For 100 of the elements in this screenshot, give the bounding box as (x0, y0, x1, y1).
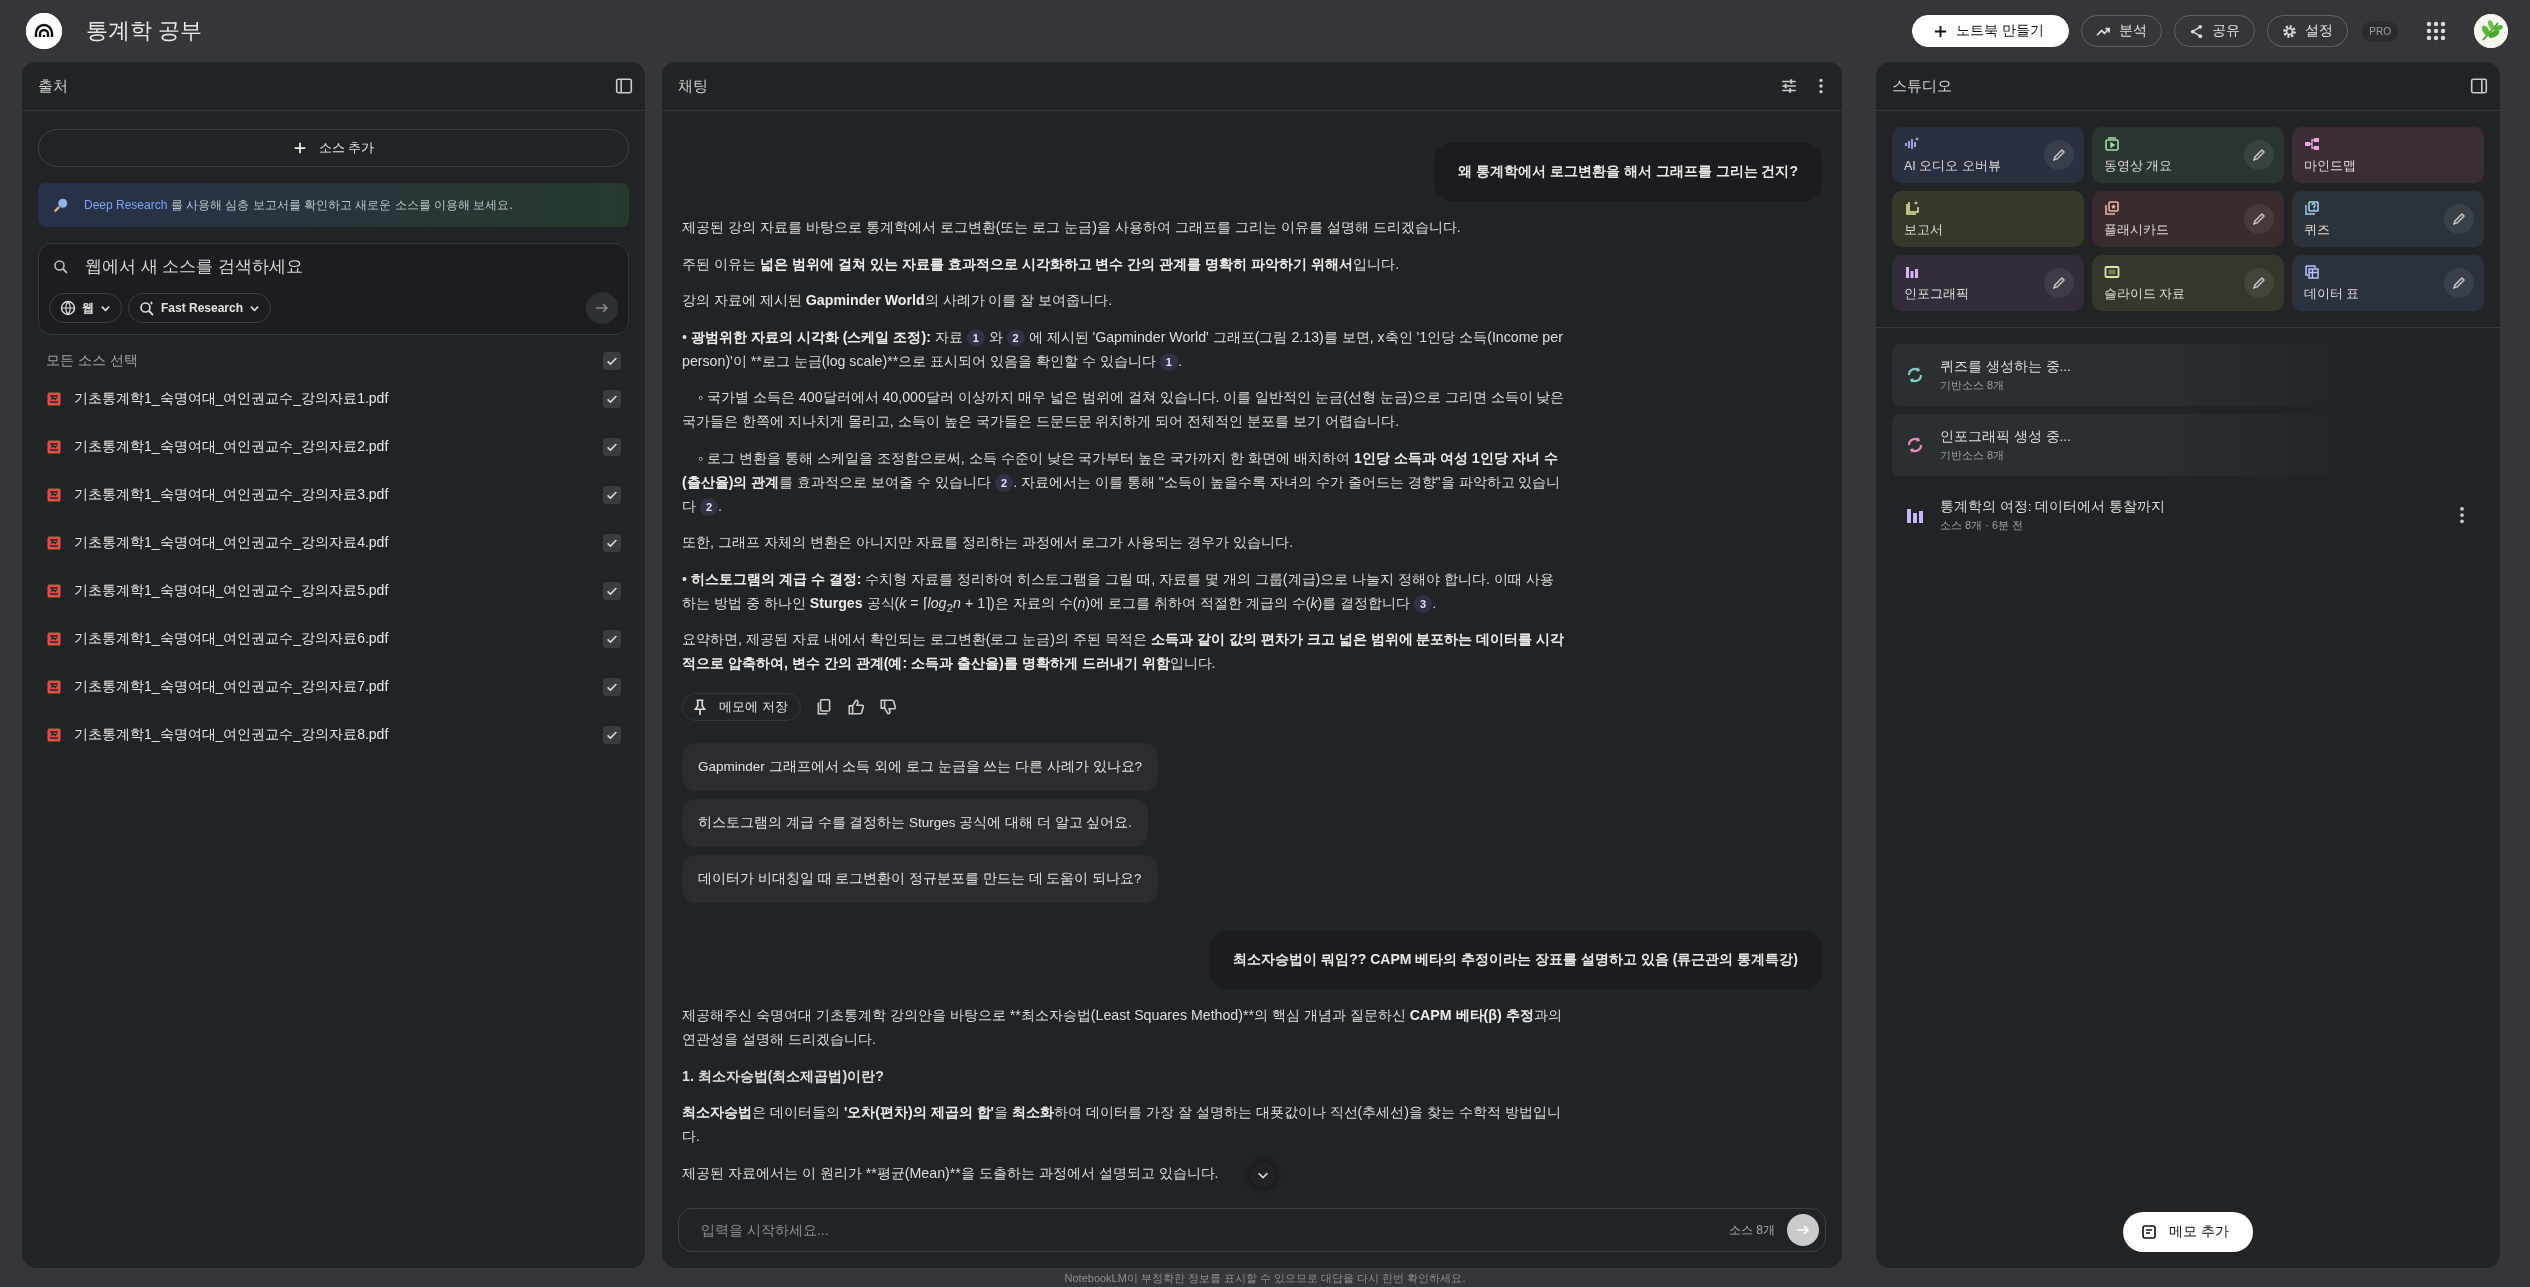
output-title[interactable]: 퀴즈를 생성하는 중... (1940, 357, 2472, 376)
checkbox[interactable] (603, 678, 621, 696)
send-button[interactable] (1787, 1214, 1819, 1246)
edit-button[interactable] (2244, 268, 2274, 298)
web-search-field[interactable]: 웹에서 새 소스를 검색하세요 (83, 256, 614, 278)
apps-grid-icon[interactable] (2426, 21, 2446, 41)
tune-icon[interactable] (1780, 77, 1798, 95)
plus-icon (1933, 23, 1949, 39)
share-icon (2189, 23, 2205, 39)
scroll-down-button[interactable] (1250, 1162, 1276, 1188)
message-text: 1. 최소자승법(최소제곱법)이란? (682, 1066, 884, 1086)
mind-map-icon (2304, 135, 2320, 152)
citation-badge[interactable]: 2 (699, 497, 718, 516)
checkbox[interactable] (603, 390, 621, 408)
source-name[interactable]: 기초통계학1_숙명여대_여인권교수_강의자료1.pdf (74, 390, 603, 408)
notebook-title[interactable]: 통계학 공부 (86, 16, 203, 46)
checkbox[interactable] (603, 582, 621, 600)
magnifier-icon (52, 196, 70, 214)
gear-icon (2282, 23, 2298, 39)
edit-button[interactable] (2444, 204, 2474, 234)
pdf-icon (46, 631, 62, 647)
message-field[interactable]: 입력을 시작하세요... (699, 1221, 1717, 1239)
studio-tool[interactable]: 마인드맵 (2292, 127, 2484, 183)
source-name[interactable]: 기초통계학1_숙명여대_여인권교수_강의자료6.pdf (74, 630, 603, 648)
citation-badge[interactable]: 2 (995, 473, 1014, 492)
checkbox[interactable] (603, 352, 621, 370)
message-text: 또한, 그래프 자체의 변환은 아니지만 자료를 정리하는 과정에서 로그가 사용되는 경우가 있습니다. (682, 533, 1294, 552)
add-note-button[interactable]: 메모 추가 (2123, 1212, 2253, 1252)
globe-icon (60, 300, 76, 316)
app-logo[interactable] (26, 13, 62, 49)
citation-badge[interactable]: 2 (1006, 328, 1025, 347)
tool-label: 퀴즈 (2304, 221, 2331, 239)
panel-toggle-icon[interactable] (615, 77, 633, 95)
output-meta: 소스 8개 · 6분 전 (1940, 517, 2025, 533)
edit-button[interactable] (2044, 140, 2074, 170)
tool-label: 보고서 (1904, 221, 1944, 239)
message-text: 주된 이유는 넓은 범위에 걸쳐 있는 자료를 효과적으로 시각화하고 변수 간의 관계를 명확히 파악하기 위해서입니다. (682, 254, 1400, 274)
checkbox[interactable] (603, 726, 621, 744)
studio-tool[interactable]: AI 오디오 오버뷰 (1892, 127, 2084, 183)
output-title[interactable]: 통계학의 여정: 데이터에서 통찰까지 (1940, 497, 2438, 516)
tool-label: 인포그래픽 (1904, 285, 1970, 303)
checkbox[interactable] (603, 630, 621, 648)
source-name[interactable]: 기초통계학1_숙명여대_여인권교수_강의자료5.pdf (74, 582, 603, 600)
cards-icon (2104, 199, 2120, 216)
submit-search-button[interactable] (586, 292, 618, 324)
studio-tool[interactable]: 퀴즈 (2292, 191, 2484, 247)
message-text: ◦ 로그 변환을 통해 스케일을 조정함으로써, 소득 수준이 낮은 국가부터 높은 국가까지 한 화면에 배치하여 1인당 소득과 여성 1인당 자녀 수(출산율)의 관계를 효과적으로 보여줄 수 있습니다 2 . 자료에서는 이를 통해 "소득이 높을수록 자녀의 수가 줄어드는 경향"을 파악하고 있습니다 2 . (682, 448, 1562, 518)
panel-toggle-icon[interactable] (2470, 77, 2488, 95)
avatar-icon[interactable] (2474, 14, 2508, 48)
quiz-icon (2304, 199, 2320, 216)
edit-button[interactable] (2044, 268, 2074, 298)
sparkle-wave-icon (1904, 135, 1920, 152)
pdf-icon (46, 727, 62, 743)
suggested-question[interactable]: 히스토그램의 계급 수를 결정하는 Sturges 공식에 대해 더 알고 싶어요. (682, 799, 1149, 847)
studio-tool[interactable]: 슬라이드 자료 (2092, 255, 2284, 311)
edit-button[interactable] (2244, 140, 2274, 170)
output-title[interactable]: 인포그래픽 생성 중... (1940, 427, 2472, 446)
message-text: 요약하면, 제공된 자료 내에서 확인되는 로그변환(로그 눈금)의 주된 목적은 소득과 같이 값의 편차가 크고 넓은 범위에 분포하는 데이터를 시각적으로 압축하여, 변수 간의 관계(예: 소득과 출산율)를 명확하게 드러내기 위함입니다. (682, 630, 1566, 673)
checkbox[interactable] (603, 534, 621, 552)
message-text: ◦ 국가별 소득은 400달러에서 40,000달러 이상까지 매우 넓은 범위에 걸쳐 있습니다. 이를 일반적인 눈금(선형 눈금)으로 그리면 소득이 낮은 국가들은 한쪽에 지나치게 몰리고, 소득이 높은 국가들은 드문드문 위치하게 되어 전체적인 분포를 보기 어렵습니다. (682, 388, 1566, 431)
checkbox[interactable] (603, 438, 621, 456)
citation-badge[interactable]: 1 (966, 328, 985, 347)
studio-tool[interactable]: 데이터 표 (2292, 255, 2484, 311)
citation-badge[interactable]: 3 (1414, 594, 1433, 613)
source-name[interactable]: 기초통계학1_숙명여대_여인권교수_강의자료7.pdf (74, 678, 603, 696)
studio-tool[interactable]: 플래시카드 (2092, 191, 2284, 247)
source-name[interactable]: 기초통계학1_숙명여대_여인권교수_강의자료4.pdf (74, 534, 603, 552)
edit-button[interactable] (2444, 268, 2474, 298)
banner-text: Deep Research 를 사용해 심층 보고서를 확인하고 새로운 소스를 이용해 보세요. (84, 196, 513, 214)
checkbox[interactable] (603, 486, 621, 504)
pencil-icon (2251, 275, 2267, 291)
source-name[interactable]: 기초통계학1_숙명여대_여인권교수_강의자료2.pdf (74, 438, 603, 456)
citation-badge[interactable]: 1 (1159, 352, 1178, 371)
source-name[interactable]: 기초통계학1_숙명여대_여인권교수_강의자료8.pdf (74, 726, 603, 744)
output-meta: 기반소스 8개 (1940, 447, 2006, 463)
suggested-question[interactable]: 데이터가 비대칭일 때 로그변환이 정규분포를 만드는 데 도움이 되나요? (682, 855, 1158, 903)
studio-tool[interactable]: 동영상 개요 (2092, 127, 2284, 183)
suggested-question[interactable]: Gapminder 그래프에서 소득 외에 로그 눈금을 쓰는 다른 사례가 있나요? (682, 743, 1159, 791)
edit-button[interactable] (2244, 204, 2274, 234)
user-message: 최소자승법이 뭐임?? CAPM 베타의 추정이라는 장표를 설명하고 있음 (류근관의 통계특강) (1209, 931, 1822, 989)
studio-tool[interactable]: 보고서 (1892, 191, 2084, 247)
disclaimer-text: NotebookLM이 부정확한 정보를 표시할 수 있으므로 대답을 다시 한번 확인하세요. (1063, 1271, 1467, 1286)
output-meta: 기반소스 8개 (1940, 377, 2006, 393)
pdf-icon (46, 679, 62, 695)
deep-research-link[interactable]: Deep Research (84, 197, 168, 212)
thumbs-up-icon[interactable] (846, 698, 865, 716)
message-text: 제공된 강의 자료를 바탕으로 통계학에서 로그변환(또는 로그 눈금)을 사용하여 그래프를 그리는 이유를 설명해 드리겠습니다. (682, 218, 1461, 237)
create-notebook-button[interactable]: 노트북 만들기 (1912, 15, 2070, 47)
message-text: • 히스토그램의 계급 수 결정: 수치형 자료를 정리하여 히스토그램을 그릴 때, 자료를 몇 개의 그룹(계급)으로 나눌지 정해야 합니다. 이때 사용하는 방법 중 하나인 Sturges 공식(k = ⌈log$_{2}$n + 1⌉)은 자료의 수(n)에 로그를 취하여 적절한 계급의 수(k)를 결정합니다 3 . (682, 569, 1555, 615)
tool-label: 데이터 표 (2304, 285, 2361, 303)
thumbs-down-icon[interactable] (878, 698, 897, 716)
pdf-icon (46, 583, 62, 599)
source-name[interactable]: 기초통계학1_숙명여대_여인권교수_강의자료3.pdf (74, 486, 603, 504)
chat-input[interactable]: 입력을 시작하세요... 소스 8개 (678, 1208, 1826, 1252)
tool-label: 동영상 개요 (2104, 157, 2174, 175)
pdf-icon (46, 535, 62, 551)
pdf-icon (46, 439, 62, 455)
message-text: 강의 자료에 제시된 Gapminder World의 사례가 이를 잘 보여줍니다. (682, 291, 1113, 310)
studio-tool[interactable]: 인포그래픽 (1892, 255, 2084, 311)
message-text: 제공된 자료에서는 이 원리가 **평균(Mean)**을 도출하는 과정에서 설명되고 있습니다. (682, 1163, 1219, 1183)
